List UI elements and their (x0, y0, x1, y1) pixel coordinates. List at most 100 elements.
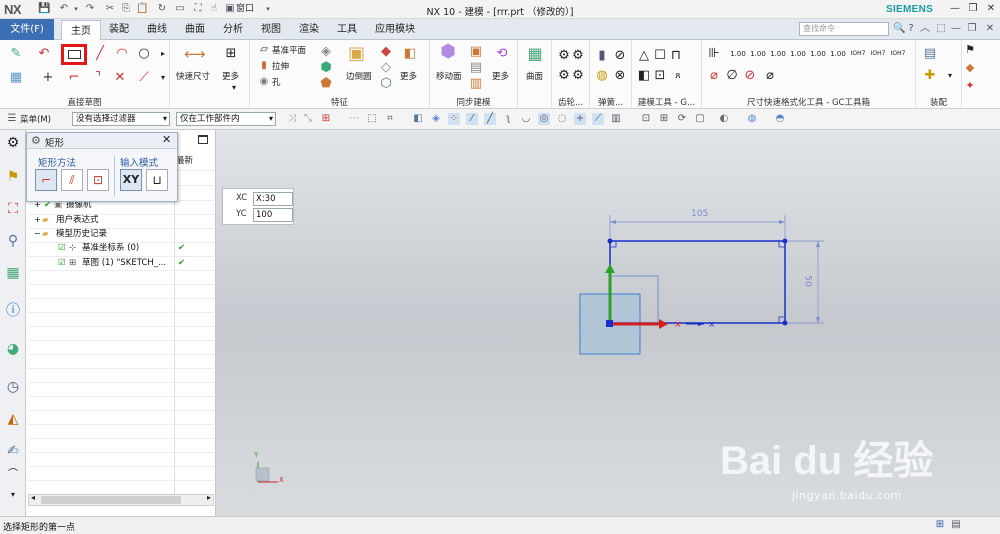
fillet-icon[interactable]: ⌐ (66, 70, 82, 86)
scroll-icon[interactable]: ⌒ (4, 466, 22, 484)
snap-d-icon[interactable]: ⋯ (348, 113, 360, 125)
constraints-icon[interactable]: ⊞ (223, 46, 239, 62)
sketch-icon[interactable]: ✎ (8, 46, 24, 62)
tool-c-icon[interactable]: ⊓ (668, 48, 684, 64)
sync-b-icon[interactable]: ▤ (468, 60, 484, 76)
assembly-dropdown-icon[interactable]: ▾ (942, 68, 958, 84)
snap-quadrant-icon[interactable]: ◌ (556, 113, 568, 125)
ribbon-b-icon[interactable]: ✦ (962, 78, 978, 94)
feature-f-icon[interactable]: ⬡ (378, 76, 394, 92)
spring-a-icon[interactable]: ▮ (594, 48, 610, 64)
search-icon[interactable]: 🔍 (893, 23, 905, 35)
scrollbar-thumb[interactable] (41, 496, 181, 504)
hole-icon[interactable]: ◉ (256, 74, 272, 90)
snap-c-icon[interactable]: ⊞ (320, 113, 332, 125)
dim-height-label[interactable]: 50 (803, 275, 813, 286)
dialog-gear-icon[interactable]: ⚙ (31, 134, 41, 147)
arc-icon[interactable]: ◠ (114, 46, 130, 62)
more-sketch-icon[interactable]: ▸ (155, 46, 171, 62)
dim-4-icon[interactable]: 1.00 (790, 46, 806, 62)
tree-row-datum-csys[interactable]: ☑ ⊹ 基准坐标系 (0) ✔ (26, 241, 214, 255)
snap-line-icon[interactable]: ╱ (484, 113, 496, 125)
more-button-3[interactable]: 更多 (492, 70, 509, 82)
tool-d-icon[interactable]: ◧ (636, 68, 652, 84)
tab-tools[interactable]: 工具 (332, 19, 362, 40)
tab-view[interactable]: 视图 (256, 19, 286, 40)
sketch-tools-icon[interactable]: ▦ (8, 70, 24, 86)
snap-curve-icon[interactable]: ʅ (502, 113, 514, 125)
three-point-method-button[interactable]: ⫽ (61, 169, 83, 191)
more-button-2[interactable]: 更多 (400, 70, 417, 82)
edge-blend-button[interactable]: 边倒圆 (346, 70, 372, 82)
snap-e-icon[interactable]: ⬚ (366, 113, 378, 125)
line-icon[interactable]: ╱ (92, 46, 108, 62)
dim-c-icon[interactable]: ∅ (724, 68, 740, 84)
tab-surface[interactable]: 曲面 (180, 19, 210, 40)
maximize-panel-icon[interactable] (198, 135, 208, 144)
render-style-icon[interactable]: ◐ (718, 113, 730, 125)
scroll-right-icon[interactable]: ▸ (207, 493, 211, 502)
orient-view-icon[interactable]: ◍ (746, 113, 758, 125)
move-face-button[interactable]: 移动面 (436, 70, 462, 82)
layer-icon[interactable]: ◓ (774, 113, 786, 125)
tool-b-icon[interactable]: ☐ (652, 48, 668, 64)
check-icon[interactable]: ☑ (58, 256, 66, 270)
tab-analysis[interactable]: 分析 (218, 19, 248, 40)
snap-h-icon[interactable]: ◈ (430, 113, 442, 125)
rectangle-button[interactable] (61, 44, 87, 65)
status-a-icon[interactable]: ⊞ (934, 519, 946, 531)
dim-3-icon[interactable]: 1.00 (770, 46, 786, 62)
dim-e-icon[interactable]: ⌀ (762, 68, 778, 84)
dim-d-icon[interactable]: ⊘ (742, 68, 758, 84)
web-browser-icon[interactable]: ⓘ (4, 302, 22, 320)
scroll-left-icon[interactable]: ◂ (31, 493, 35, 502)
sync-c-icon[interactable]: ▥ (468, 76, 484, 92)
spring-c-icon[interactable]: ◍ (594, 68, 610, 84)
dim-1-icon[interactable]: 1.00 (730, 46, 746, 62)
assembly-b-icon[interactable]: ✚ (922, 68, 938, 84)
tree-row-history[interactable]: − ▰ 模型历史记录 (26, 227, 214, 241)
minimize-button[interactable]: — (948, 2, 962, 16)
extend-icon[interactable]: ⟋ (136, 70, 152, 86)
dim-2-icon[interactable]: 1.00 (750, 46, 766, 62)
datum-plane-icon[interactable]: ▱ (256, 42, 272, 58)
more-sync-icon[interactable]: ⟲ (494, 46, 510, 62)
quick-dimension-icon[interactable]: ⟷ (184, 46, 206, 62)
snap-midpoint-icon[interactable]: ⁄ (466, 113, 478, 125)
part-navigator-icon[interactable]: ⚲ (4, 232, 22, 250)
feature-a-icon[interactable]: ◈ (318, 44, 334, 60)
spring-d-icon[interactable]: ⊗ (612, 68, 628, 84)
reuse-library-icon[interactable]: ▦ (4, 264, 22, 282)
status-b-icon[interactable]: ▤ (950, 519, 962, 531)
feature-b-icon[interactable]: ⬢ (318, 60, 334, 76)
gear-b-icon[interactable]: ⚙ (570, 48, 586, 64)
surface-icon[interactable]: ▦ (527, 46, 543, 62)
profile-icon[interactable]: ↶ (36, 46, 52, 62)
dim-a-icon[interactable]: ⊪ (706, 46, 722, 62)
help-icon[interactable]: ? (905, 23, 917, 35)
command-search-input[interactable]: 查找命令 (799, 22, 889, 36)
roles-icon[interactable]: ◭ (4, 410, 22, 428)
trim-icon[interactable]: ✕ (112, 70, 128, 86)
dim-7-icon[interactable]: IOH7 (850, 46, 866, 62)
two-point-method-button[interactable]: ⌐ (35, 169, 57, 191)
graphics-window[interactable]: × × 105 50 Y X Bai du 经验 jingyan.baidu.c… (216, 130, 1000, 516)
snap-grid-icon[interactable]: ▥ (610, 113, 622, 125)
history-icon[interactable]: ◕ (4, 340, 22, 358)
extrude-icon[interactable]: ▮ (256, 58, 272, 74)
snap-g-icon[interactable]: ◧ (412, 113, 424, 125)
point-icon[interactable]: + (40, 70, 56, 86)
quick-dimension-button[interactable]: 快速尺寸 (176, 70, 210, 82)
tab-curve[interactable]: 曲线 (142, 19, 172, 40)
tool-f-icon[interactable]: ጸ (670, 68, 686, 84)
view-rotate-icon[interactable]: ⟳ (676, 113, 688, 125)
tree-row-sketch[interactable]: ☑ ⊞ 草图 (1) "SKETCH_... ✔ (26, 256, 214, 270)
spring-b-icon[interactable]: ⊘ (612, 48, 628, 64)
xy-mode-button[interactable]: XY (120, 169, 142, 191)
snap-endpoint-icon[interactable]: ⁘ (448, 113, 460, 125)
check-icon[interactable]: ☑ (58, 241, 66, 255)
feature-e-icon[interactable]: ◇ (378, 60, 394, 76)
tab-applications[interactable]: 应用模块 (370, 19, 420, 40)
tab-home[interactable]: 主页 (61, 20, 101, 41)
dim-width-label[interactable]: 105 (691, 209, 708, 219)
